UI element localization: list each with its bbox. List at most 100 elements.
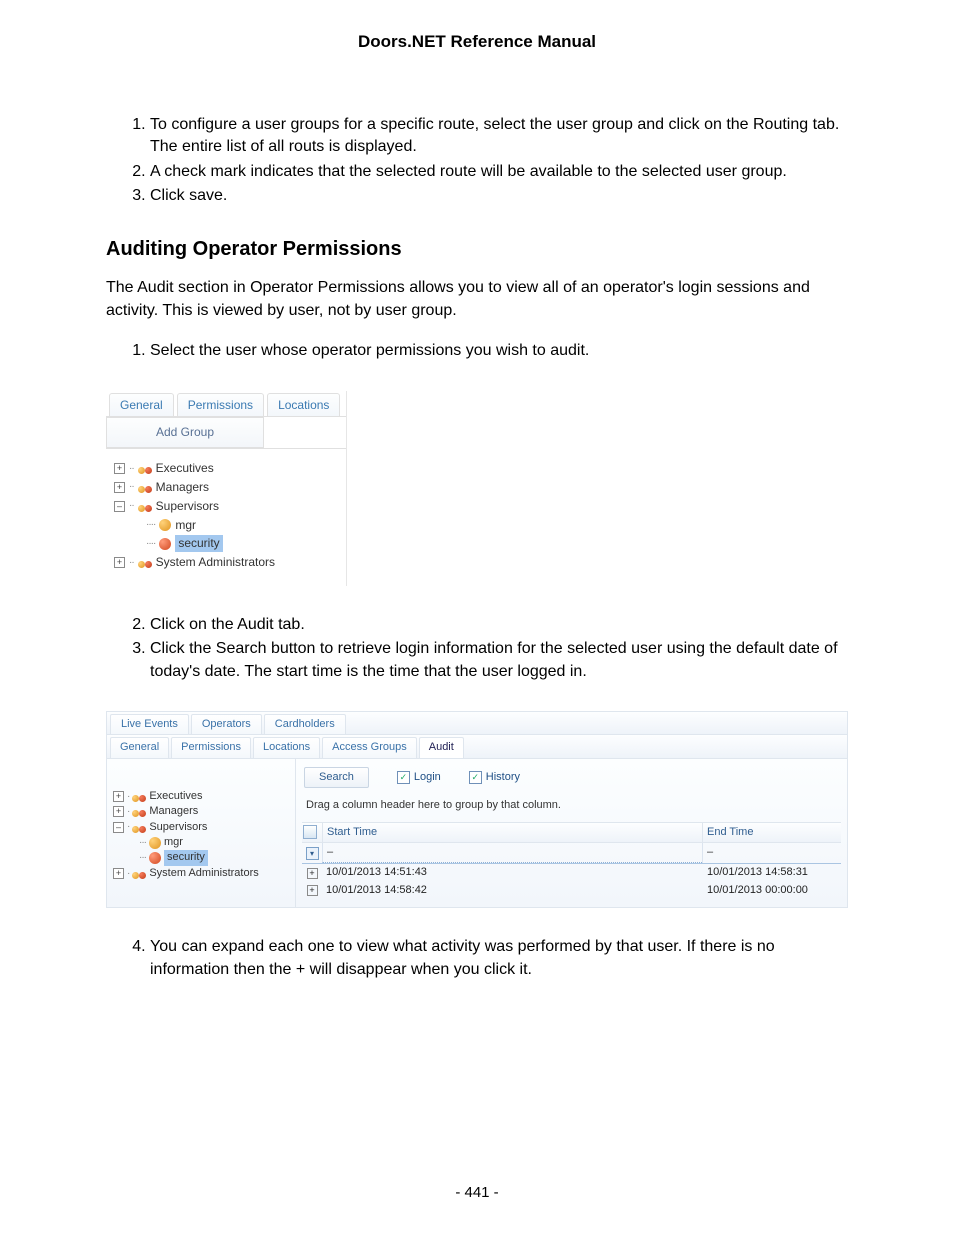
step-1: Select the user whose operator permissio…	[150, 340, 848, 362]
subtab-permissions[interactable]: Permissions	[171, 737, 251, 757]
checkbox-icon: ✓	[469, 771, 482, 784]
tree-node-sysadmins[interactable]: + · System Administrators	[113, 866, 291, 881]
grid-header: Start Time End Time	[302, 822, 841, 843]
group-icon	[138, 501, 152, 512]
group-icon	[138, 482, 152, 493]
intro-item-3: Click save.	[150, 185, 848, 207]
tab-locations[interactable]: Locations	[267, 393, 340, 417]
grid-filter-row[interactable]: ▾ – –	[302, 843, 841, 864]
tab-cardholders[interactable]: Cardholders	[264, 714, 346, 734]
expand-icon[interactable]: +	[114, 463, 125, 474]
tab-general[interactable]: General	[109, 393, 174, 417]
tree-node-security[interactable]: ···· security	[114, 534, 340, 553]
collapse-icon[interactable]: –	[113, 822, 124, 833]
tree-label: Executives	[156, 460, 214, 477]
expand-icon[interactable]: +	[113, 791, 124, 802]
calendar-icon	[303, 825, 317, 839]
group-icon	[132, 806, 146, 817]
filter-end[interactable]: –	[702, 843, 841, 863]
tree-connector: ···	[139, 851, 146, 865]
tree-connector: ·	[127, 867, 129, 881]
tab-operators[interactable]: Operators	[191, 714, 262, 734]
expand-icon[interactable]: +	[114, 482, 125, 493]
subtab-access-groups[interactable]: Access Groups	[322, 737, 417, 757]
col-end-time[interactable]: End Time	[702, 823, 841, 842]
tree-label-selected: security	[175, 535, 222, 552]
tree-connector: ··	[129, 556, 134, 570]
tree-connector: ·	[127, 805, 129, 819]
expand-icon[interactable]: +	[307, 868, 318, 879]
tree-node-mgr[interactable]: ···· mgr	[114, 516, 340, 535]
tree-connector: ··	[129, 462, 134, 476]
subtab-locations[interactable]: Locations	[253, 737, 320, 757]
tree-label: Supervisors	[156, 498, 219, 515]
intro-list: To configure a user groups for a specifi…	[106, 114, 848, 208]
tree-label: mgr	[164, 835, 183, 850]
tree-node-managers[interactable]: + ·· Managers	[114, 478, 340, 497]
tree-label: System Administrators	[156, 554, 275, 571]
col-start-time[interactable]: Start Time	[322, 823, 702, 842]
left-tree-panel: + · Executives + · Managers – · Supervis…	[107, 759, 296, 907]
steps-list-a: Select the user whose operator permissio…	[106, 340, 848, 362]
step-3: Click the Search button to retrieve logi…	[150, 638, 848, 683]
tree-node-sysadmins[interactable]: + ·· System Administrators	[114, 553, 340, 572]
filter-start[interactable]: –	[322, 843, 702, 863]
expand-icon[interactable]: +	[114, 557, 125, 568]
group-icon	[132, 791, 146, 802]
tree-label: Managers	[156, 479, 209, 496]
tree-node-executives[interactable]: + ·· Executives	[114, 459, 340, 478]
tree-node-supervisors[interactable]: – · Supervisors	[113, 820, 291, 835]
section-intro: The Audit section in Operator Permission…	[106, 277, 848, 322]
tree-node-mgr[interactable]: ··· mgr	[113, 835, 291, 850]
tree-connector: ····	[146, 518, 155, 532]
checkbox-label: History	[486, 770, 520, 785]
steps-list-b: Click on the Audit tab. Click the Search…	[106, 614, 848, 683]
collapse-icon[interactable]: –	[114, 501, 125, 512]
step-4: You can expand each one to view what act…	[150, 936, 848, 981]
tree-node-supervisors[interactable]: – ·· Supervisors	[114, 497, 340, 516]
tree-label-selected: security	[164, 850, 208, 865]
tree-label: Managers	[149, 804, 198, 819]
group-icon	[138, 557, 152, 568]
user-icon	[159, 538, 171, 550]
step-2: Click on the Audit tab.	[150, 614, 848, 636]
grid-row[interactable]: + 10/01/2013 14:51:43 10/01/2013 14:58:3…	[302, 864, 841, 881]
tree-connector: ·	[127, 790, 129, 804]
screenshot-operator-tree: General Permissions Locations Add Group …	[106, 391, 347, 586]
tree-connector: ··	[129, 480, 134, 494]
search-button[interactable]: Search	[304, 767, 369, 788]
add-group-button[interactable]: Add Group	[106, 417, 264, 448]
cell-start-time: 10/01/2013 14:58:42	[322, 882, 703, 899]
cell-end-time: 10/01/2013 14:58:31	[703, 864, 841, 881]
group-by-hint[interactable]: Drag a column header here to group by th…	[302, 796, 841, 821]
checkbox-icon: ✓	[397, 771, 410, 784]
expand-icon[interactable]: +	[307, 885, 318, 896]
expand-icon[interactable]: +	[113, 868, 124, 879]
user-icon	[159, 519, 171, 531]
grid-row[interactable]: + 10/01/2013 14:58:42 10/01/2013 00:00:0…	[302, 882, 841, 899]
tree-connector: ··	[129, 499, 134, 513]
sub-tab-strip: General Permissions Locations Access Gro…	[107, 735, 847, 758]
group-icon	[132, 868, 146, 879]
tree-node-security[interactable]: ··· security	[113, 850, 291, 865]
checkbox-label: Login	[414, 770, 441, 785]
tree-connector: ···	[139, 836, 146, 850]
page-number: - 441 -	[0, 1182, 954, 1203]
tree-node-executives[interactable]: + · Executives	[113, 789, 291, 804]
intro-item-2: A check mark indicates that the selected…	[150, 161, 848, 183]
tree-label: mgr	[175, 517, 196, 534]
subtab-general[interactable]: General	[110, 737, 169, 757]
tree-node-managers[interactable]: + · Managers	[113, 804, 291, 819]
subtab-audit[interactable]: Audit	[419, 737, 464, 757]
filter-icon[interactable]: ▾	[306, 847, 319, 860]
history-checkbox[interactable]: ✓ History	[469, 770, 520, 785]
tree-connector: ·	[127, 820, 129, 834]
user-icon	[149, 852, 161, 864]
login-checkbox[interactable]: ✓ Login	[397, 770, 441, 785]
tab-live-events[interactable]: Live Events	[110, 714, 189, 734]
tree-label: Supervisors	[149, 820, 207, 835]
tree-connector: ····	[146, 537, 155, 551]
expand-icon[interactable]: +	[113, 806, 124, 817]
tree-label: Executives	[149, 789, 202, 804]
tab-permissions[interactable]: Permissions	[177, 393, 264, 417]
